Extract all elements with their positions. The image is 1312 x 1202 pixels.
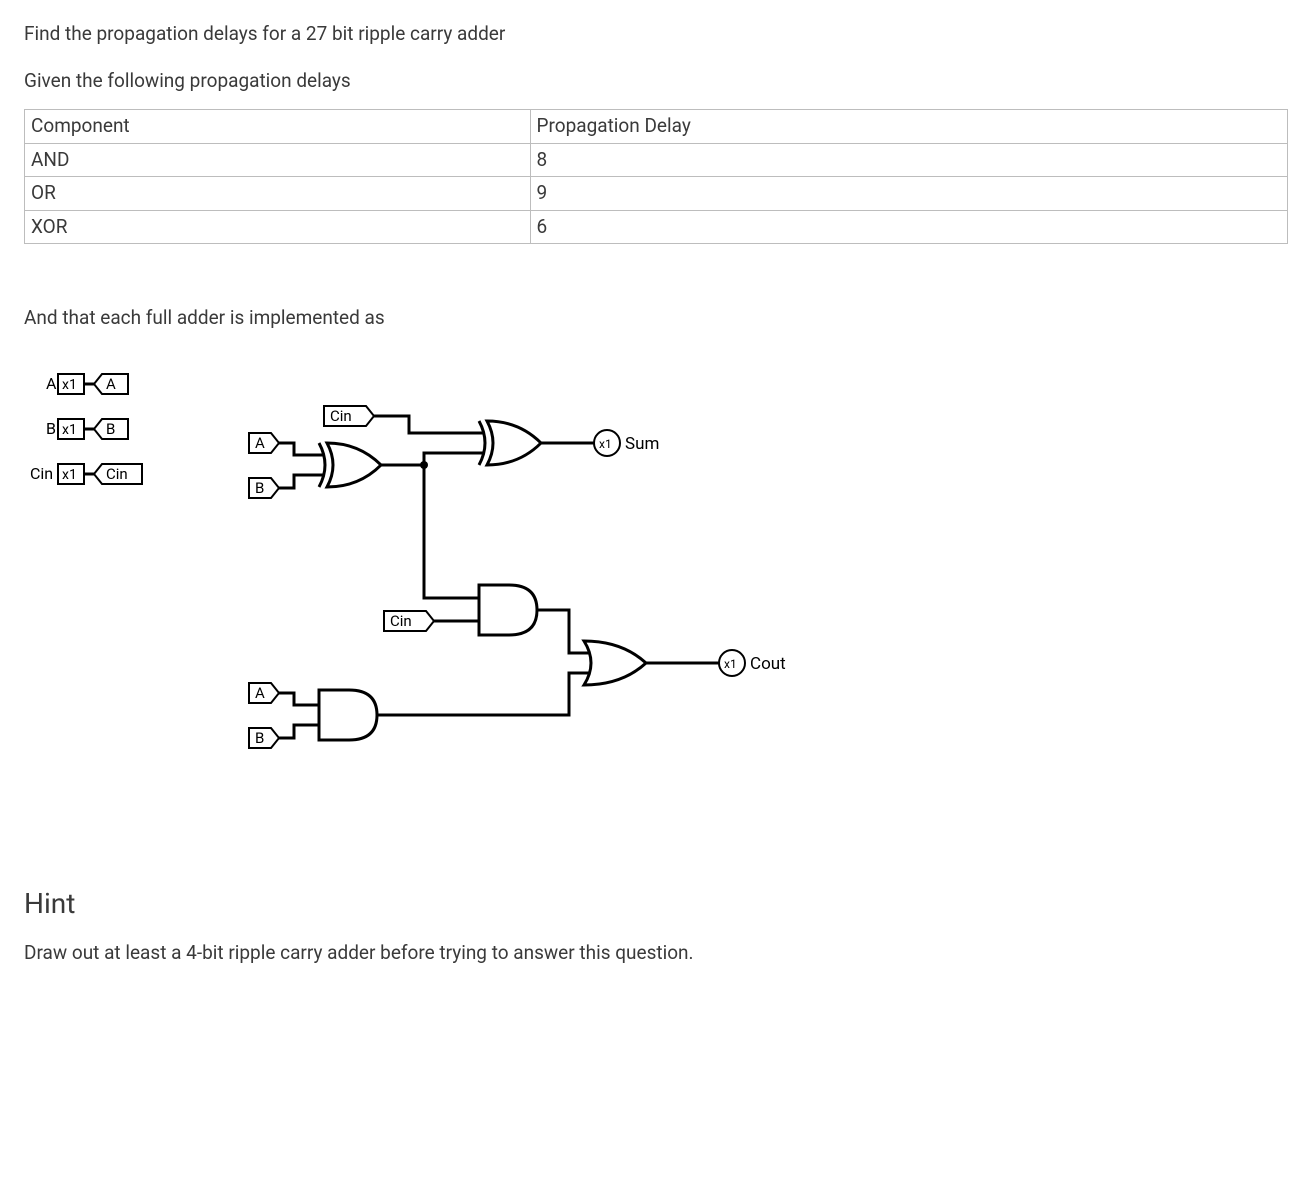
cin-mid-text: Cin xyxy=(390,612,412,630)
wire xyxy=(374,416,484,433)
hint-heading: Hint xyxy=(24,883,1288,925)
output-sum-mult: x1 xyxy=(599,437,612,451)
implementation-text: And that each full adder is implemented … xyxy=(24,304,1288,333)
wire xyxy=(424,465,484,598)
xor-gate-icon xyxy=(479,421,541,465)
input-cin-label: Cin xyxy=(30,464,53,483)
wire xyxy=(279,693,324,705)
and-gate-icon xyxy=(479,585,537,635)
table-cell-component: OR xyxy=(25,177,531,211)
a-top-text: A xyxy=(255,434,265,452)
table-cell-delay: 6 xyxy=(530,210,1288,244)
input-b-tag-text: B xyxy=(106,420,115,438)
wire xyxy=(279,443,324,455)
and-gate-icon xyxy=(319,690,377,740)
table-header-delay: Propagation Delay xyxy=(530,110,1288,144)
input-cin-tag-text: Cin xyxy=(106,465,128,483)
input-cin-mult: x1 xyxy=(62,467,77,483)
table-cell-component: AND xyxy=(25,143,531,177)
wire xyxy=(537,610,589,653)
table-cell-component: XOR xyxy=(25,210,531,244)
wire xyxy=(424,453,484,465)
wire xyxy=(279,475,324,488)
xor-gate-icon xyxy=(319,443,381,487)
table-row: XOR 6 xyxy=(25,210,1288,244)
a-bot-text: A xyxy=(255,684,265,702)
table-cell-delay: 8 xyxy=(530,143,1288,177)
table-header-component: Component xyxy=(25,110,531,144)
full-adder-circuit: Cin A B xyxy=(209,363,909,843)
propagation-delay-table: Component Propagation Delay AND 8 OR 9 X… xyxy=(24,109,1288,244)
circuit-diagram-row: A x1 A B x1 B Cin x1 Cin xyxy=(24,363,1288,843)
inputs-diagram: A x1 A B x1 B Cin x1 Cin xyxy=(24,363,169,503)
question-title: Find the propagation delays for a 27 bit… xyxy=(24,20,1288,49)
table-row: AND 8 xyxy=(25,143,1288,177)
input-b-mult: x1 xyxy=(62,422,77,438)
cin-top-text: Cin xyxy=(330,407,352,425)
input-a-tag-text: A xyxy=(106,375,116,393)
output-cout-label: Cout xyxy=(750,654,786,674)
input-a-mult: x1 xyxy=(62,377,77,393)
table-header-row: Component Propagation Delay xyxy=(25,110,1288,144)
b-bot-text: B xyxy=(255,729,264,747)
question-given: Given the following propagation delays xyxy=(24,67,1288,96)
wire xyxy=(377,673,589,715)
table-cell-delay: 9 xyxy=(530,177,1288,211)
hint-text: Draw out at least a 4-bit ripple carry a… xyxy=(24,939,1288,968)
output-sum-label: Sum xyxy=(625,434,659,454)
input-b-label: B xyxy=(46,419,56,438)
table-row: OR 9 xyxy=(25,177,1288,211)
wire xyxy=(279,725,324,738)
input-a-label: A xyxy=(46,374,57,393)
or-gate-icon xyxy=(584,641,646,685)
output-cout-mult: x1 xyxy=(724,657,737,671)
b-top-text: B xyxy=(255,479,264,497)
